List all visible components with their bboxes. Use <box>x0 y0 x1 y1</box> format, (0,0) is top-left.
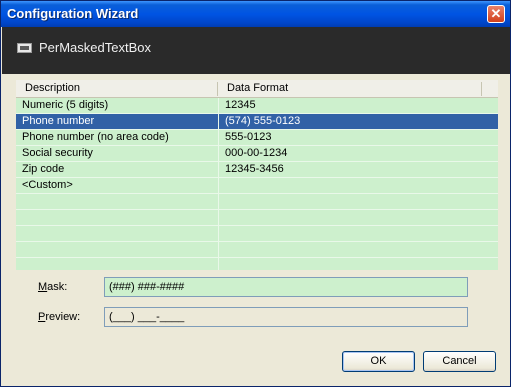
header-title: PerMaskedTextBox <box>39 40 151 55</box>
row-description: Phone number <box>22 115 95 127</box>
column-divider <box>218 242 219 257</box>
table-row[interactable]: Zip code 12345-3456 <box>16 162 498 178</box>
grid-header: Description Data Format <box>16 80 498 98</box>
row-data-format: 000-00-1234 <box>225 147 288 159</box>
preview-label: Preview: <box>38 311 81 323</box>
row-data-format: 12345 <box>225 99 256 111</box>
column-divider <box>218 210 219 225</box>
column-divider <box>218 146 219 161</box>
row-description: Phone number (no area code) <box>22 131 169 143</box>
title-bar[interactable]: Configuration Wizard ✕ <box>1 1 510 27</box>
ok-button[interactable]: OK <box>342 351 415 372</box>
table-row[interactable]: Numeric (5 digits) 12345 <box>16 98 498 114</box>
column-divider <box>218 162 219 177</box>
empty-table-row[interactable] <box>16 242 498 258</box>
column-header-description[interactable]: Description <box>25 82 80 94</box>
row-description: Numeric (5 digits) <box>22 99 109 111</box>
row-description: Zip code <box>22 163 65 175</box>
empty-table-row[interactable] <box>16 210 498 226</box>
column-divider <box>218 130 219 145</box>
row-data-format: (574) 555-0123 <box>225 115 301 127</box>
close-button[interactable]: ✕ <box>487 5 505 23</box>
table-row[interactable]: Social security 000-00-1234 <box>16 146 498 162</box>
row-description: Social security <box>22 147 93 159</box>
empty-table-row[interactable] <box>16 258 498 270</box>
empty-table-row[interactable] <box>16 194 498 210</box>
column-header-data-format[interactable]: Data Format <box>227 82 288 94</box>
column-divider <box>218 98 219 113</box>
column-divider <box>218 114 219 129</box>
cancel-button[interactable]: Cancel <box>423 351 496 372</box>
column-divider <box>218 226 219 241</box>
format-grid[interactable]: Description Data Format Numeric (5 digit… <box>16 80 498 270</box>
table-row[interactable]: Phone number (no area code) 555-0123 <box>16 130 498 146</box>
header-banner: PerMaskedTextBox <box>2 27 510 74</box>
preview-field: (___) ___-____ <box>104 307 468 327</box>
mask-input[interactable]: (###) ###-#### <box>104 277 468 297</box>
configuration-wizard-window: Configuration Wizard ✕ PerMaskedTextBox … <box>0 0 511 387</box>
table-row[interactable]: <Custom> <box>16 178 498 194</box>
column-divider[interactable] <box>481 82 482 96</box>
window-title: Configuration Wizard <box>7 6 139 21</box>
column-divider <box>218 258 219 270</box>
table-row[interactable]: Phone number (574) 555-0123 <box>16 114 498 130</box>
row-data-format: 555-0123 <box>225 131 272 143</box>
column-divider <box>218 178 219 193</box>
row-description: <Custom> <box>22 179 73 191</box>
empty-table-row[interactable] <box>16 226 498 242</box>
mask-label: Mask: <box>38 281 68 293</box>
row-data-format: 12345-3456 <box>225 163 284 175</box>
column-divider[interactable] <box>217 82 218 96</box>
masked-textbox-icon <box>17 43 32 53</box>
column-divider <box>218 194 219 209</box>
